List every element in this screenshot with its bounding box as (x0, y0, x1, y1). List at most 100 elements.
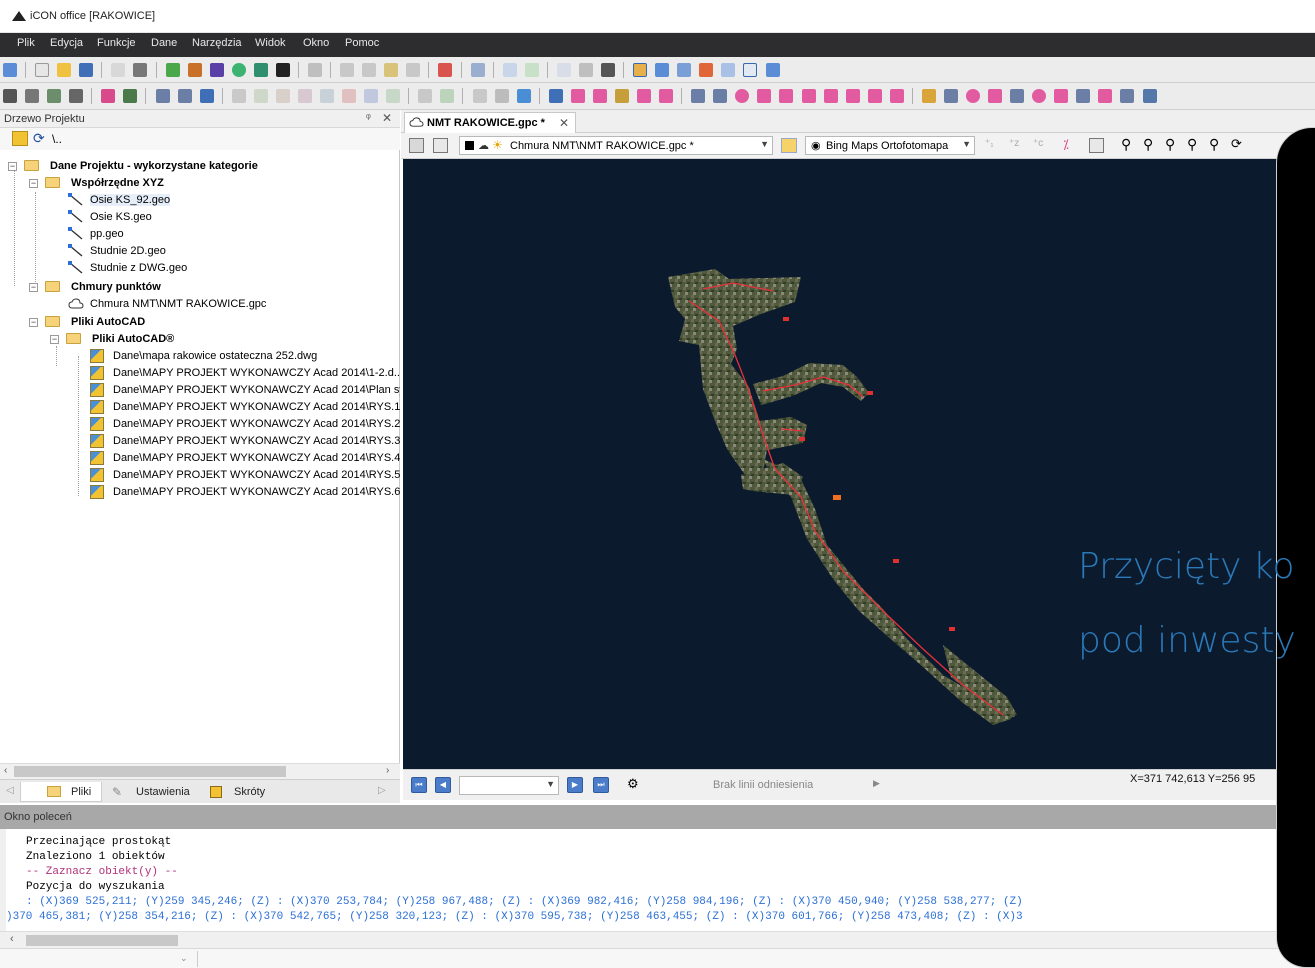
map-view[interactable] (403, 159, 1278, 769)
menu-funkcje[interactable]: Funkcje (97, 37, 136, 49)
tree-folder-clouds[interactable]: − Chmury punktów (29, 279, 399, 296)
spline-icon[interactable] (320, 89, 334, 103)
expand-icon[interactable]: ▶ (873, 778, 880, 789)
x-icon[interactable] (1010, 89, 1025, 103)
ortho-map-canvas[interactable] (403, 159, 1278, 769)
tab-right-icon[interactable]: ▷ (378, 785, 386, 796)
redo-icon[interactable] (524, 63, 539, 77)
offset-icon[interactable] (364, 89, 379, 103)
pointer-info-icon[interactable] (155, 89, 170, 103)
snap-tree-icon[interactable] (614, 89, 629, 103)
reference-select[interactable]: ▼ (459, 776, 559, 795)
menu-pomoc[interactable]: Pomoc (345, 37, 379, 49)
snap-mid-icon[interactable] (592, 89, 607, 103)
scroll-thumb[interactable] (26, 935, 178, 946)
dimension-icon[interactable] (342, 89, 357, 103)
zoom-out-icon[interactable]: ⚲ (1187, 136, 1197, 153)
map-service-icon[interactable] (781, 138, 797, 153)
window-icon[interactable] (633, 63, 648, 77)
window-vertical-icon[interactable] (743, 63, 758, 77)
delete-icon[interactable] (438, 63, 453, 77)
perpendicular-icon[interactable] (823, 89, 838, 103)
tree-item-dwg[interactable]: Dane\MAPY PROJEKT WYKONAWCZY Acad 2014\R… (90, 484, 400, 501)
layer-manager-icon[interactable] (433, 138, 448, 153)
arc-icon[interactable] (253, 89, 268, 103)
diamond-icon[interactable] (209, 63, 224, 77)
zoom-window-icon[interactable]: ⚲ (1143, 136, 1153, 153)
tree-item-dwg[interactable]: Dane\MAPY PROJEKT WYKONAWCZY Acad 2014\1… (90, 365, 400, 382)
new-file-icon[interactable] (35, 63, 50, 77)
edit-icon[interactable] (472, 89, 487, 103)
tab-ustawienia[interactable]: ✎ Ustawienia (106, 782, 198, 802)
print-icon[interactable] (133, 63, 148, 77)
diagonal-icon[interactable] (943, 89, 958, 103)
snap-icon[interactable] (548, 89, 563, 103)
list-icon[interactable] (556, 63, 571, 77)
scroll-thumb[interactable] (14, 766, 286, 777)
layers-icon[interactable] (187, 63, 202, 77)
slash-icon[interactable] (988, 89, 1003, 103)
tree-item-dwg[interactable]: Dane\MAPY PROJEKT WYKONAWCZY Acad 2014\R… (90, 399, 400, 416)
parallel-icon[interactable] (845, 89, 860, 103)
tab-nmt-rakowice[interactable]: NMT RAKOWICE.gpc * ✕ (404, 112, 576, 133)
import-icon[interactable] (165, 63, 180, 77)
zoom-tag-2-icon[interactable]: ⁺z (1009, 138, 1019, 149)
properties-icon[interactable] (409, 138, 424, 153)
undo-icon[interactable] (502, 63, 517, 77)
open-folder-icon[interactable] (57, 63, 72, 77)
layer-select[interactable]: ☁ ☀ Chmura NMT\NMT RAKOWICE.gpc * ▼ (459, 136, 773, 155)
scroll-left-icon[interactable]: ‹ (10, 933, 14, 945)
settings-gear-icon[interactable]: ⚙ (627, 776, 639, 792)
tree-horizontal-scrollbar[interactable]: ‹ › (0, 763, 400, 779)
tree-item-root[interactable]: − Dane Projektu - wykorzystane kategorie (8, 158, 398, 175)
select-icon[interactable] (3, 89, 17, 103)
command-horizontal-scrollbar[interactable]: ‹ (0, 931, 1280, 948)
zoom-in-icon[interactable]: ⚲ (1165, 136, 1175, 153)
triangle-icon[interactable] (779, 89, 794, 103)
terrain-icon[interactable] (440, 89, 455, 103)
zoom-extents-icon[interactable]: ⚲ (1121, 136, 1131, 153)
snap-center-icon[interactable] (637, 89, 651, 103)
tree-item-pp[interactable]: pp.geo (68, 226, 398, 243)
menu-widok[interactable]: Widok (255, 37, 286, 49)
window-split-icon[interactable] (655, 63, 670, 77)
marker-icon[interactable] (921, 89, 936, 103)
paste-special-icon[interactable] (406, 63, 421, 77)
target-icon[interactable] (231, 63, 246, 77)
tree-item-cloud[interactable]: Chmura NMT\NMT RAKOWICE.gpc (68, 296, 398, 313)
home-icon[interactable] (3, 63, 17, 77)
ring-icon[interactable] (1032, 89, 1047, 103)
slope-icon[interactable] (418, 89, 433, 103)
tree-item-dwg[interactable]: Dane\MAPY PROJEKT WYKONAWCZY Acad 2014\R… (90, 450, 400, 467)
trash-icon[interactable] (889, 89, 904, 103)
curve-icon[interactable] (297, 89, 312, 103)
close-tab-icon[interactable]: ✕ (559, 116, 569, 130)
folder-up-icon[interactable] (12, 131, 28, 146)
tree-item-dwg[interactable]: Dane\mapa rakowice ostateczna 252.dwg (90, 348, 400, 365)
window-cascade-icon[interactable] (677, 63, 692, 77)
tree-item-osie-ks[interactable]: Osie KS.geo (68, 209, 398, 226)
tree-item-dwg[interactable]: Dane\MAPY PROJEKT WYKONAWCZY Acad 2014\R… (90, 416, 400, 433)
basemap-select[interactable]: ◉ Bing Maps Ortofotomapa ▼ (805, 136, 975, 155)
tree-item-studnie-2d[interactable]: Studnie 2D.geo (68, 243, 398, 260)
menu-narzedzia[interactable]: Narzędzia (192, 37, 242, 49)
bend-icon[interactable] (801, 89, 816, 103)
measure-icon[interactable] (578, 63, 593, 77)
command-input[interactable]: ⌄ (0, 948, 1315, 968)
snapshot-icon[interactable] (69, 89, 84, 103)
tangent-icon[interactable] (867, 89, 882, 103)
angle-icon[interactable] (494, 89, 509, 103)
tree-folder-xyz[interactable]: − Współrzędne XYZ (29, 175, 399, 192)
menu-okno[interactable]: Okno (303, 37, 329, 49)
line-icon[interactable] (691, 89, 706, 103)
rotate-icon[interactable]: ⟳ (1231, 136, 1242, 152)
select-window-icon[interactable] (25, 89, 40, 103)
tab-skroty[interactable]: Skróty (204, 782, 274, 802)
pan-icon[interactable] (47, 89, 62, 103)
tree-item-dwg[interactable]: Dane\MAPY PROJEKT WYKONAWCZY Acad 2014\P… (90, 382, 400, 399)
last-icon[interactable]: ⏭ (593, 777, 609, 793)
tab-pliki[interactable]: Pliki (20, 782, 102, 802)
dot-icon[interactable] (966, 89, 980, 103)
tree-item-dwg[interactable]: Dane\MAPY PROJEKT WYKONAWCZY Acad 2014\R… (90, 467, 400, 484)
zoom-tag-1-icon[interactable]: ⁺₁ (985, 138, 994, 149)
